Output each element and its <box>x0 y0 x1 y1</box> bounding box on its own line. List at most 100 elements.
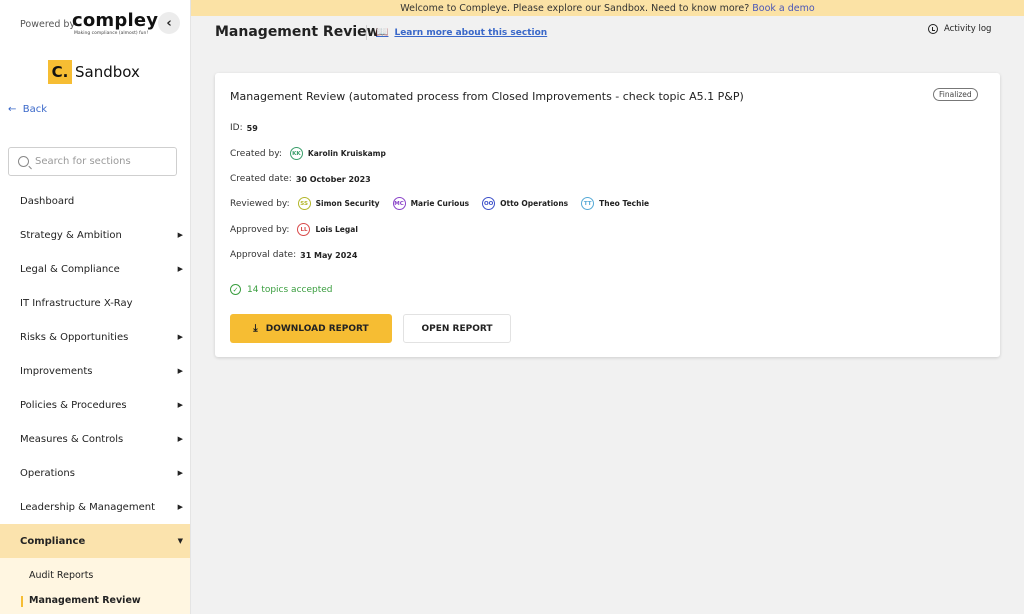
search-input[interactable] <box>35 156 165 167</box>
org-name: Sandbox <box>75 63 140 81</box>
avatar: SS <box>297 197 311 210</box>
page-title: Management Review <box>215 24 380 40</box>
reviewer: TT Theo Techie <box>581 197 654 210</box>
sidebar-item-compliance[interactable]: Compliance ▼ <box>0 524 190 558</box>
sidebar-item-improvements[interactable]: Improvements ▶ <box>0 354 190 388</box>
avatar: TT <box>581 197 595 210</box>
created-date-value: 30 October 2023 <box>295 174 371 184</box>
sidebar-item-legal-compliance[interactable]: Legal & Compliance ▶ <box>0 252 190 286</box>
created-date-label: Created date: <box>230 174 292 184</box>
sidebar: Powered by compleye Making compliance (a… <box>0 0 191 614</box>
created-by-field: Created by: KK Karolin Kruiskamp <box>230 147 391 160</box>
active-indicator <box>21 596 23 607</box>
reviewer: SS Simon Security <box>297 197 385 210</box>
caret-right-icon: ▶ <box>177 231 183 239</box>
approver: LL Lois Legal <box>297 223 362 236</box>
org-switcher[interactable]: C. Sandbox <box>48 60 140 84</box>
avatar: OO <box>482 197 496 210</box>
caret-right-icon: ▶ <box>177 401 183 409</box>
sidebar-subitem-audit-reports[interactable]: Audit Reports <box>29 570 93 581</box>
sidebar-item-dashboard[interactable]: Dashboard <box>0 184 190 218</box>
creator-name: Karolin Kruiskamp <box>307 149 386 158</box>
brand-row: Powered by compleye Making compliance (a… <box>20 10 182 38</box>
caret-right-icon: ▶ <box>177 367 183 375</box>
sidebar-item-label: Improvements <box>20 365 93 377</box>
approval-date-label: Approval date: <box>230 250 297 260</box>
check-circle-icon: ✓ <box>230 284 241 295</box>
book-demo-link[interactable]: Book a demo <box>752 3 814 14</box>
powered-by-text: Powered by <box>20 19 76 30</box>
reviewed-by-label: Reviewed by: <box>230 198 290 209</box>
approved-by-label: Approved by: <box>230 224 290 235</box>
sidebar-item-label: IT Infrastructure X-Ray <box>20 297 133 309</box>
sidebar-item-strategy-ambition[interactable]: Strategy & Ambition ▶ <box>0 218 190 252</box>
sidebar-item-operations[interactable]: Operations ▶ <box>0 456 190 490</box>
logo-tagline: Making compliance (almost) fun! <box>74 31 149 36</box>
org-logo: C. <box>48 60 72 84</box>
reviewer-list: SS Simon Security MC Marie Curious OO Otto Op… <box>290 197 654 210</box>
review-card: Management Review (automated process fro… <box>215 73 1000 357</box>
avatar: KK <box>289 147 303 160</box>
sidebar-item-leadership-management[interactable]: Leadership & Management ▶ <box>0 490 190 524</box>
search-box[interactable] <box>8 147 177 176</box>
sidebar-item-label: Risks & Opportunities <box>20 331 129 343</box>
avatar: MC <box>392 197 406 210</box>
sidebar-item-label: Operations <box>20 467 75 479</box>
created-date-field: Created date: 30 October 2023 <box>230 174 371 184</box>
download-report-button[interactable]: ⤓ DOWNLOAD REPORT <box>230 314 392 343</box>
reviewer-name: Marie Curious <box>410 199 470 208</box>
compleye-logo: compleye <box>72 10 171 31</box>
sidebar-item-label: Compliance <box>20 535 86 547</box>
search-icon <box>18 156 29 167</box>
activity-log-label: Activity log <box>944 24 992 34</box>
download-icon: ⤓ <box>253 323 258 334</box>
learn-more-label: Learn more about this section <box>394 27 548 38</box>
sidebar-subitem-management-review[interactable]: Management Review <box>29 595 141 606</box>
sidebar-item-label: Policies & Procedures <box>20 399 127 411</box>
avatar: LL <box>297 223 311 236</box>
activity-log-button[interactable]: Activity log <box>928 24 991 34</box>
created-by-label: Created by: <box>230 148 282 159</box>
collapse-sidebar-button[interactable]: ‹ <box>158 12 180 34</box>
back-label: Back <box>22 104 48 115</box>
sidebar-item-it-infrastructure-x-ray[interactable]: IT Infrastructure X-Ray <box>0 286 190 320</box>
back-link[interactable]: ← Back <box>8 104 47 115</box>
topics-accepted: ✓ 14 topics accepted <box>230 284 333 295</box>
caret-right-icon: ▶ <box>177 435 183 443</box>
sidebar-item-label: Legal & Compliance <box>20 263 120 275</box>
open-report-label: OPEN REPORT <box>421 323 493 334</box>
sidebar-item-label: Leadership & Management <box>20 501 155 513</box>
status-badge: Finalized <box>933 88 978 101</box>
history-icon <box>928 24 938 34</box>
sidebar-item-risks-opportunities[interactable]: Risks & Opportunities ▶ <box>0 320 190 354</box>
reviewed-by-field: Reviewed by: SS Simon Security MC Marie Cur… <box>230 197 654 210</box>
caret-down-icon: ▼ <box>177 537 183 545</box>
chevron-left-icon: ‹ <box>166 15 172 31</box>
compliance-subnav: Audit Reports Management Review <box>0 558 190 614</box>
sidebar-item-measures-controls[interactable]: Measures & Controls ▶ <box>0 422 190 456</box>
reviewer: MC Marie Curious <box>392 197 475 210</box>
banner-text: Welcome to Compleye. Please explore our … <box>400 2 750 14</box>
topics-accepted-label: 14 topics accepted <box>247 284 333 295</box>
reviewer-name: Simon Security <box>315 199 380 208</box>
review-title: Management Review (automated process fro… <box>230 90 744 103</box>
creator: KK Karolin Kruiskamp <box>289 147 391 160</box>
reviewer-name: Otto Operations <box>500 199 569 208</box>
sidebar-item-policies-procedures[interactable]: Policies & Procedures ▶ <box>0 388 190 422</box>
id-field: ID: 59 <box>230 123 258 133</box>
approver-name: Lois Legal <box>315 225 358 234</box>
download-report-label: DOWNLOAD REPORT <box>265 323 369 334</box>
approved-by-field: Approved by: LL Lois Legal <box>230 223 363 236</box>
learn-more-link[interactable]: 📖 Learn more about this section <box>376 27 547 38</box>
open-report-button[interactable]: OPEN REPORT <box>403 314 511 343</box>
caret-right-icon: ▶ <box>177 265 183 273</box>
sidebar-item-label: Measures & Controls <box>20 433 124 445</box>
caret-right-icon: ▶ <box>177 333 183 341</box>
caret-right-icon: ▶ <box>177 503 183 511</box>
arrow-left-icon: ← <box>8 104 17 115</box>
approval-date-field: Approval date: 31 May 2024 <box>230 250 357 260</box>
sidebar-item-label: Strategy & Ambition <box>20 229 122 241</box>
book-icon: 📖 <box>376 27 389 38</box>
id-value: 59 <box>246 123 258 133</box>
welcome-banner: Welcome to Compleye. Please explore our … <box>191 0 1024 16</box>
